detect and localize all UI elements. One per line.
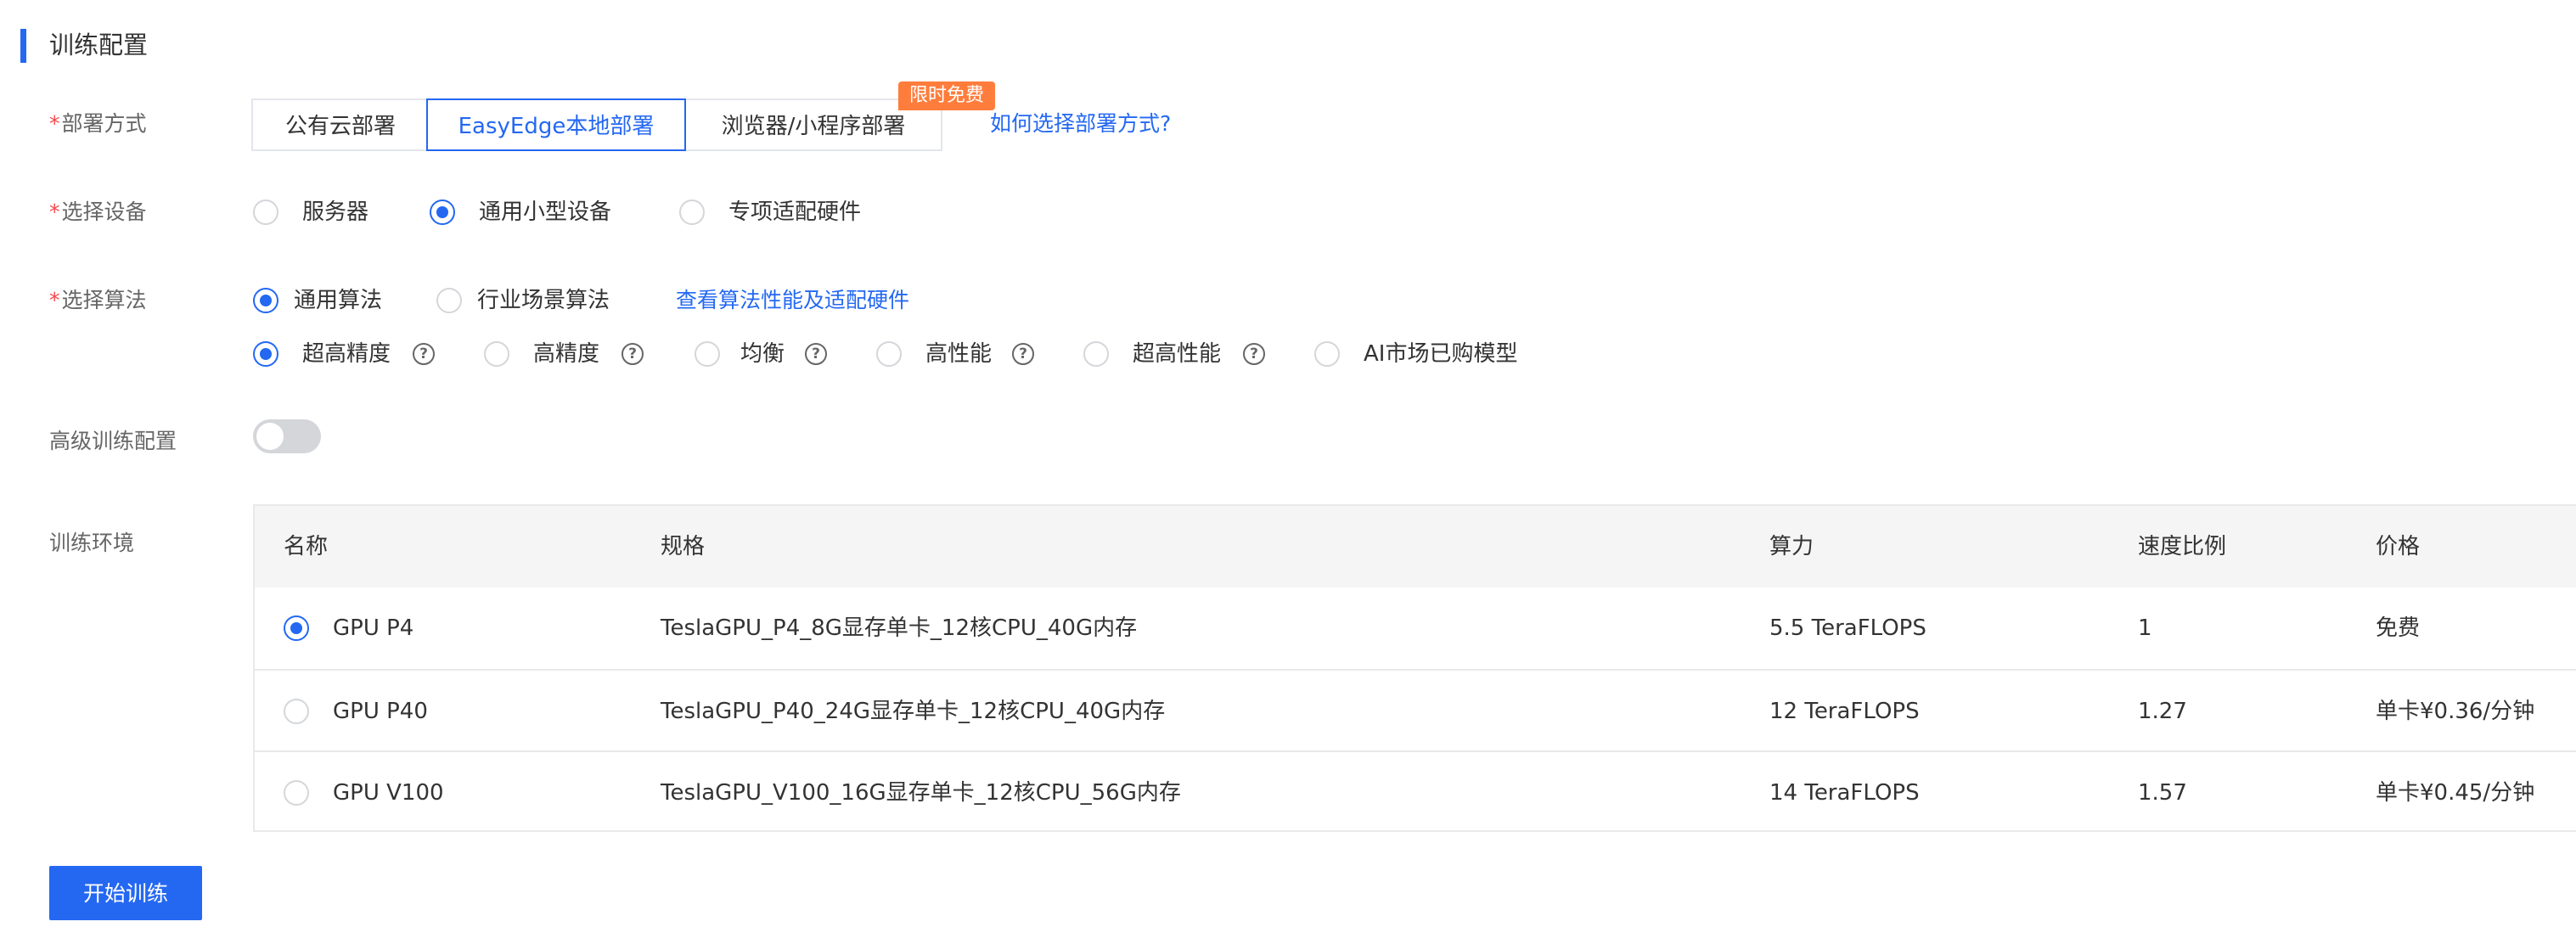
help-icon[interactable]: ? [1243,343,1265,365]
radio-device-general-small[interactable] [430,199,455,225]
radio-precision-balanced[interactable] [695,341,720,367]
precision-ultra-perf[interactable]: 超高性能 [1133,337,1221,371]
radio-precision-high-perf[interactable] [876,341,902,367]
help-icon[interactable]: ? [622,343,644,365]
section-title-accent [20,29,26,63]
env-price: 免费 [2376,615,2421,641]
env-ratio: 1.27 [2138,699,2187,724]
env-spec: TeslaGPU_P4_8G显存单卡_12核CPU_40G内存 [661,615,1138,641]
header-power: 算力 [1769,534,1814,559]
table-header: 名称 规格 算力 速度比例 价格 [255,506,2576,587]
radio-env-gpu-v100[interactable] [284,780,309,806]
env-name: GPU V100 [333,780,444,806]
radio-env-gpu-p40[interactable] [284,699,309,724]
required-mark: * [49,288,60,312]
precision-high-perf[interactable]: 高性能 [925,337,992,371]
radio-precision-ultra-high[interactable] [253,341,278,367]
env-spec: TeslaGPU_P40_24G显存单卡_12核CPU_40G内存 [661,699,1166,724]
algo-type-industry[interactable]: 行业场景算法 [477,284,610,317]
radio-device-server[interactable] [253,199,278,225]
header-name: 名称 [284,534,329,559]
algo-type-general[interactable]: 通用算法 [294,284,382,317]
help-icon[interactable]: ? [805,343,827,365]
env-price: 单卡¥0.36/分钟 [2376,699,2535,724]
training-env-table: 名称 规格 算力 速度比例 价格 GPU P4 TeslaGPU_P4_8G显存… [253,504,2576,832]
env-price: 单卡¥0.45/分钟 [2376,780,2535,806]
radio-env-gpu-p4[interactable] [284,615,309,641]
env-power: 5.5 TeraFLOPS [1769,615,1926,641]
toggle-knob [256,423,284,450]
table-row[interactable]: GPU P4 TeslaGPU_P4_8G显存单卡_12核CPU_40G内存 5… [255,587,2576,669]
env-ratio: 1 [2138,615,2152,641]
deploy-tab-easyedge[interactable]: EasyEdge本地部署 [426,98,686,151]
required-mark: * [49,111,60,136]
help-icon[interactable]: ? [1012,343,1034,365]
table-row[interactable]: GPU P40 TeslaGPU_P40_24G显存单卡_12核CPU_40G内… [255,669,2576,750]
env-power: 14 TeraFLOPS [1769,780,1920,806]
device-label: *选择设备 [49,199,147,224]
precision-ultra-high[interactable]: 超高精度 [302,337,391,371]
deploy-help-link[interactable]: 如何选择部署方式? [990,107,1171,141]
required-mark: * [49,199,60,224]
radio-algo-industry[interactable] [436,288,462,313]
algo-performance-link[interactable]: 查看算法性能及适配硬件 [676,284,909,317]
deploy-tab-public-cloud[interactable]: 公有云部署 [251,98,430,151]
radio-device-special-hardware[interactable] [679,199,705,225]
device-option-special-hardware[interactable]: 专项适配硬件 [728,195,861,229]
table-row[interactable]: GPU V100 TeslaGPU_V100_16G显存单卡_12核CPU_56… [255,750,2576,832]
help-icon[interactable]: ? [413,343,435,365]
env-label: 训练环境 [49,531,135,555]
env-name: GPU P40 [333,699,428,724]
precision-ai-market[interactable]: AI市场已购模型 [1364,337,1517,371]
device-option-general-small[interactable]: 通用小型设备 [479,195,611,229]
advanced-config-toggle[interactable] [253,419,321,453]
radio-precision-high[interactable] [484,341,509,367]
header-spec: 规格 [661,534,706,559]
limited-free-badge: 限时免费 [898,81,995,110]
radio-precision-ai-market[interactable] [1314,341,1340,367]
start-training-button[interactable]: 开始训练 [49,866,202,920]
algorithm-label: *选择算法 [49,288,147,312]
env-name: GPU P4 [333,615,414,641]
section-title: 训练配置 [49,31,149,59]
advanced-label: 高级训练配置 [49,429,177,453]
radio-precision-ultra-perf[interactable] [1083,341,1109,367]
env-spec: TeslaGPU_V100_16G显存单卡_12核CPU_56G内存 [661,780,1181,806]
device-option-server[interactable]: 服务器 [302,195,368,229]
env-ratio: 1.57 [2138,780,2187,806]
precision-balanced[interactable]: 均衡 [740,337,785,371]
training-config-page: 训练配置 *部署方式 公有云部署 EasyEdge本地部署 浏览器/小程序部署 … [0,0,2576,944]
header-ratio: 速度比例 [2138,534,2227,559]
deploy-label: *部署方式 [49,111,147,136]
radio-algo-general[interactable] [253,288,278,313]
precision-high[interactable]: 高精度 [533,337,599,371]
env-power: 12 TeraFLOPS [1769,699,1920,724]
header-price: 价格 [2376,534,2421,559]
